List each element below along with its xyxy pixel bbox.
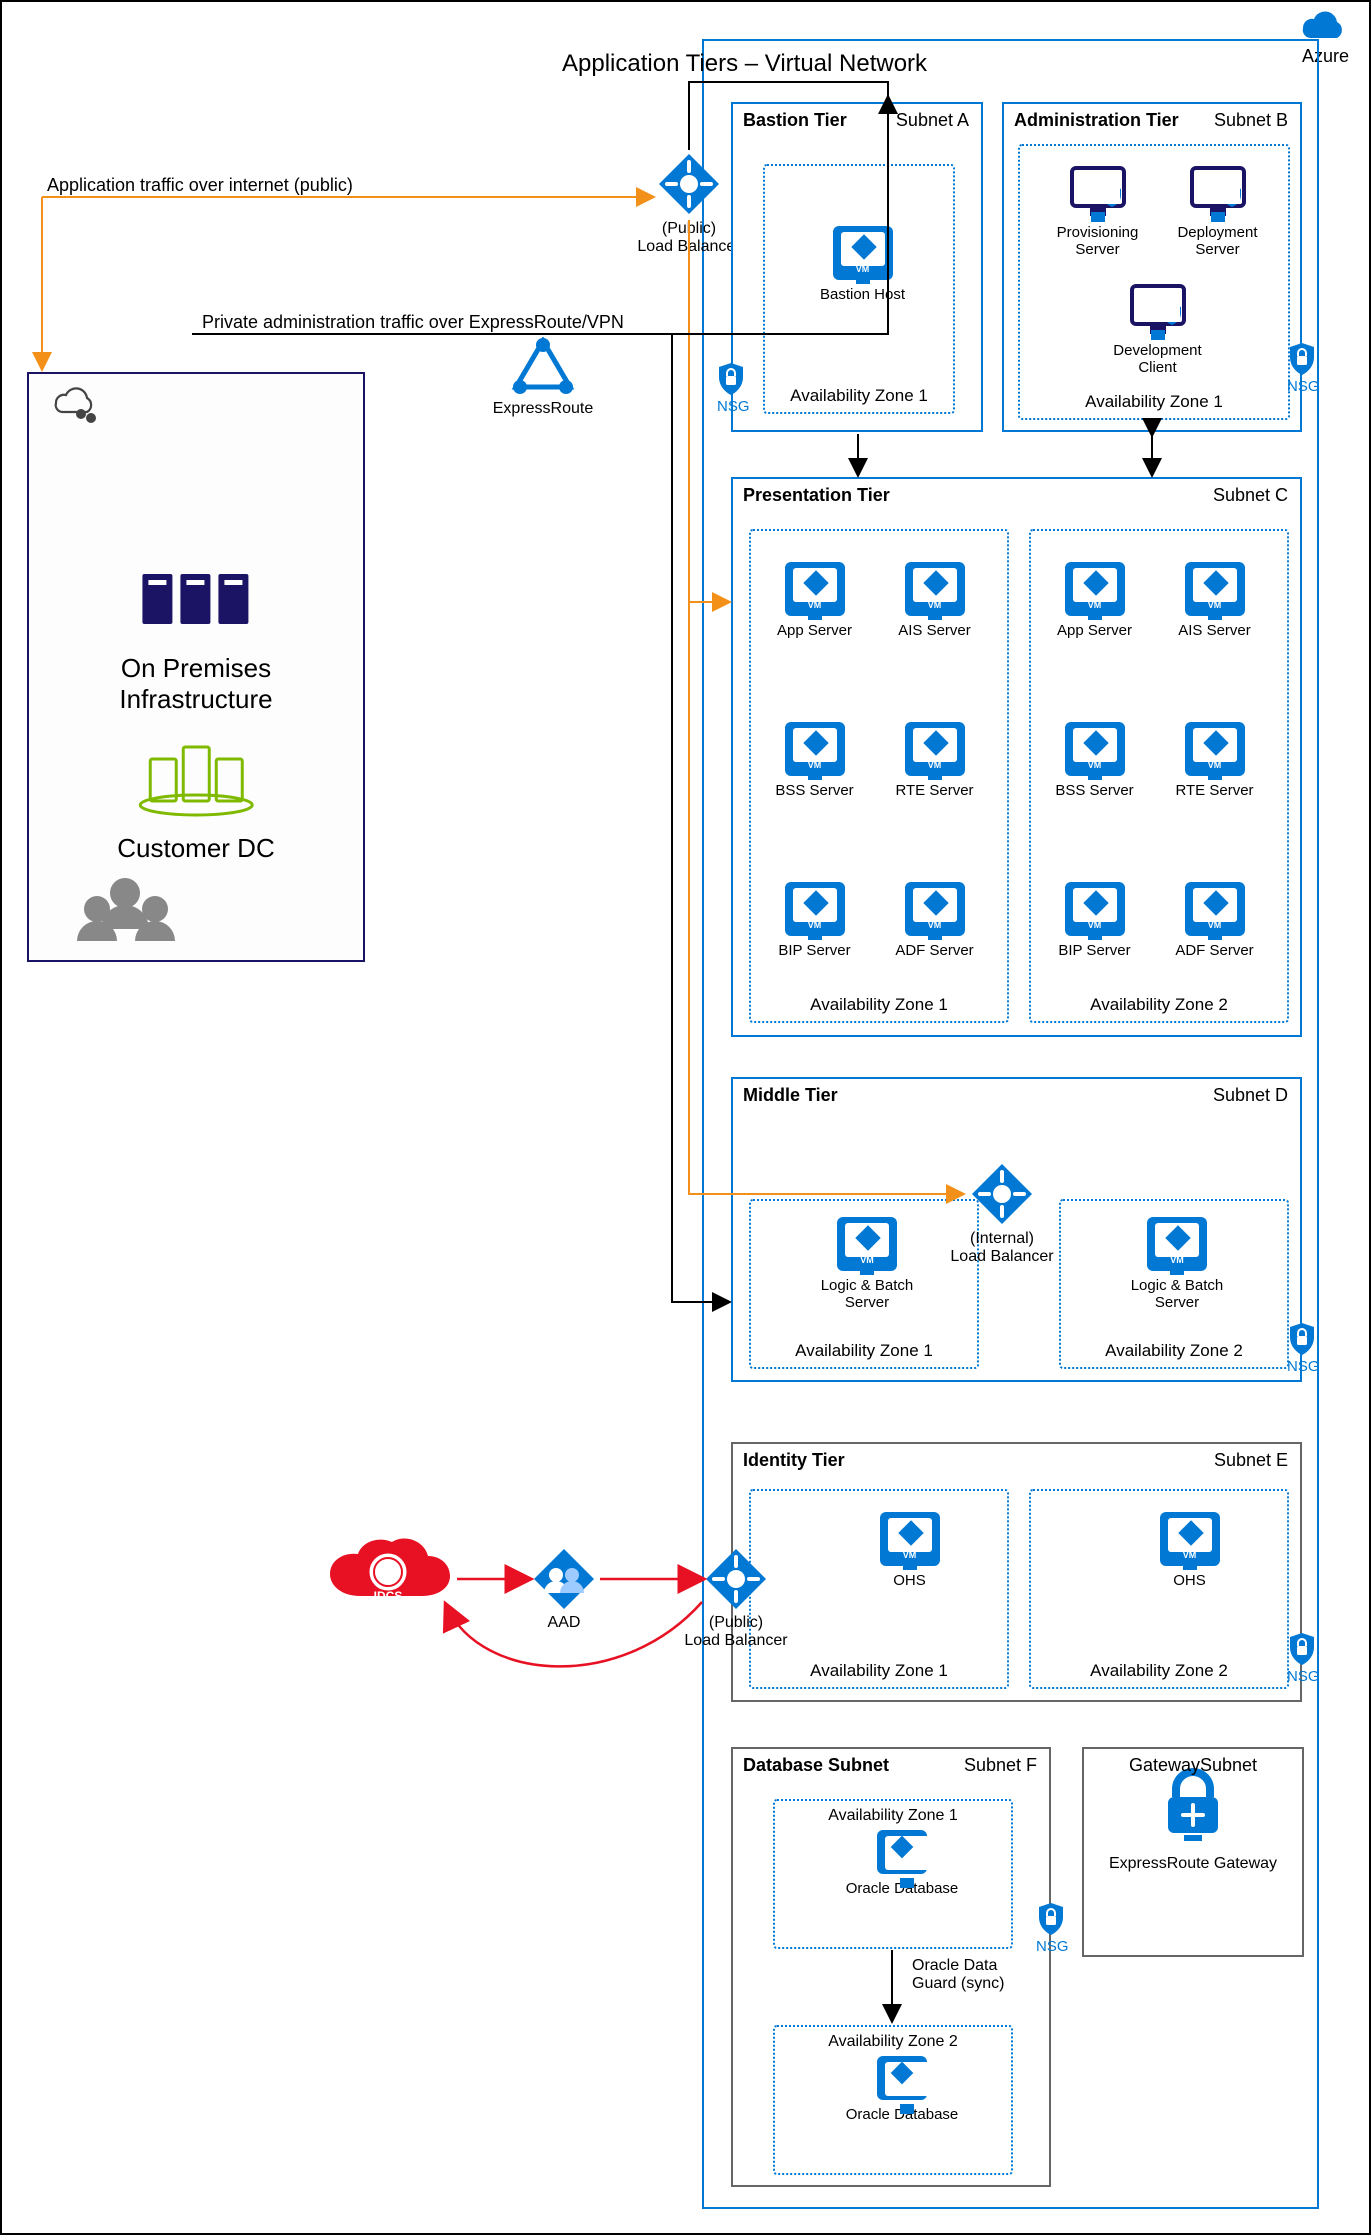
id-nsg-label: NSG (1287, 1668, 1320, 1685)
cloud-users-icon (41, 384, 101, 433)
diagram-canvas: Azure Application Tiers – Virtual Networ… (0, 0, 1371, 2235)
admin-az: Provisioning Server Deployment Server De… (1018, 144, 1290, 420)
db-az1-label: Availability Zone 1 (828, 1807, 958, 1825)
customer-dc-label: Customer DC (117, 833, 274, 864)
admin-title: Administration Tier (1014, 110, 1179, 131)
pres-az2-app: VMApp Server (1047, 562, 1142, 639)
bastion-title: Bastion Tier (743, 110, 847, 131)
servers-blue-icon (119, 554, 272, 649)
db-title: Database Subnet (743, 1755, 889, 1776)
development-client: Development Client (1110, 282, 1205, 377)
bastion-az: VM Bastion Host Availability Zone 1 (763, 164, 955, 414)
expressroute-label: ExpressRoute (443, 400, 643, 418)
db-az1-vm: VMOracle Database (842, 1830, 962, 1897)
admin-subnet: Subnet B (1214, 110, 1288, 131)
gw-title: GatewaySubnet (1084, 1755, 1302, 1776)
internal-lb-icon (970, 1162, 1034, 1226)
mid-az1-label: Availability Zone 1 (751, 1341, 977, 1361)
gateway-tier: GatewaySubnet ExpressRoute Gateway (1082, 1747, 1304, 1957)
pres-az1-adf: VMADF Server (887, 882, 982, 959)
mid-nsg-label: NSG (1287, 1358, 1320, 1375)
mid-az2-label: Availability Zone 2 (1061, 1341, 1287, 1361)
aad-icon (532, 1547, 596, 1611)
pres-az1-rte: VMRTE Server (887, 722, 982, 799)
db-subnet: Subnet F (964, 1755, 1037, 1776)
bastion-nsg-label: NSG (717, 398, 750, 415)
pres-az1-app: VMApp Server (767, 562, 862, 639)
svg-text:IDCS: IDCS (374, 1589, 403, 1603)
bastion-host-label: Bastion Host (815, 286, 910, 303)
admin-nsg-icon (1289, 342, 1315, 376)
pres-az2-label: Availability Zone 2 (1031, 995, 1287, 1015)
deployment-server: Deployment Server (1170, 164, 1265, 259)
pres-az2-bip: VMBIP Server (1047, 882, 1142, 959)
gateway-lock-icon (1154, 1767, 1232, 1845)
pres-az1-bip: VMBIP Server (767, 882, 862, 959)
public-lb-icon (657, 152, 721, 216)
admin-tier: Administration Tier Subnet B Provisionin… (1002, 102, 1302, 432)
bastion-az-label: Availability Zone 1 (765, 386, 953, 406)
bastion-tier: Bastion Tier Subnet A VM Bastion Host Av… (731, 102, 983, 432)
public-traffic-label: Application traffic over internet (publi… (47, 175, 353, 196)
devc-label: Development Client (1110, 342, 1205, 377)
pres-az1-ais: VMAIS Server (887, 562, 982, 639)
mid-nsg-icon (1289, 1322, 1315, 1356)
pres-title: Presentation Tier (743, 485, 890, 506)
pres-az2-rte: VMRTE Server (1167, 722, 1262, 799)
db-nsg-label: NSG (1036, 1938, 1069, 1955)
id-title: Identity Tier (743, 1450, 845, 1471)
bastion-host-vm: VM Bastion Host (815, 226, 910, 303)
onprem-infra-label: On Premises Infrastructure (119, 653, 272, 715)
mid-title: Middle Tier (743, 1085, 838, 1106)
mid-az1-vm: VMLogic & Batch Server (797, 1217, 937, 1312)
id-subnet: Subnet E (1214, 1450, 1288, 1471)
vnet-title: Application Tiers – Virtual Network (562, 50, 927, 78)
prov-label: Provisioning Server (1050, 224, 1145, 259)
pres-az2-bss: VMBSS Server (1047, 722, 1142, 799)
identity-lb-label: (Public) Load Balancer (636, 1614, 836, 1650)
aad-label: AAD (464, 1614, 664, 1632)
db-nsg-icon (1038, 1902, 1064, 1936)
db-az2-label: Availability Zone 2 (828, 2033, 958, 2051)
private-traffic-label: Private administration traffic over Expr… (202, 312, 624, 333)
pres-az2-adf: VMADF Server (1167, 882, 1262, 959)
pres-az2-ais: VMAIS Server (1167, 562, 1262, 639)
provisioning-server: Provisioning Server (1050, 164, 1145, 259)
servers-green-icon (117, 734, 274, 829)
onprem-box: On Premises Infrastructure Customer DC (27, 372, 365, 962)
mid-az2-vm: VMLogic & Batch Server (1107, 1217, 1247, 1312)
admin-az-label: Availability Zone 1 (1020, 392, 1288, 412)
identity-lb-icon (704, 1547, 768, 1611)
id-az1-label: Availability Zone 1 (751, 1661, 1007, 1681)
mid-subnet: Subnet D (1213, 1085, 1288, 1106)
pres-subnet: Subnet C (1213, 485, 1288, 506)
people-icon (67, 871, 182, 946)
id-nsg-icon (1289, 1632, 1315, 1666)
depl-label: Deployment Server (1170, 224, 1265, 259)
pres-az1-bss: VMBSS Server (767, 722, 862, 799)
gw-node-label: ExpressRoute Gateway (1084, 1855, 1302, 1873)
customer-dc: Customer DC (117, 734, 274, 864)
db-sync-label: Oracle Data Guard (sync) (912, 1957, 1004, 1993)
id-az2-vm: VMOHS (1142, 1512, 1237, 1589)
bastion-nsg-icon (718, 362, 744, 396)
db-az2-vm: VMOracle Database (842, 2056, 962, 2123)
expressroute-icon (510, 337, 576, 397)
bastion-subnet: Subnet A (896, 110, 969, 131)
id-az2-label: Availability Zone 2 (1031, 1661, 1287, 1681)
idcs-icon: IDCS (322, 1534, 452, 1624)
id-az1-vm: VMOHS (862, 1512, 957, 1589)
admin-nsg-label: NSG (1287, 378, 1320, 395)
onprem-servers: On Premises Infrastructure (119, 554, 272, 715)
pres-az1-label: Availability Zone 1 (751, 995, 1007, 1015)
